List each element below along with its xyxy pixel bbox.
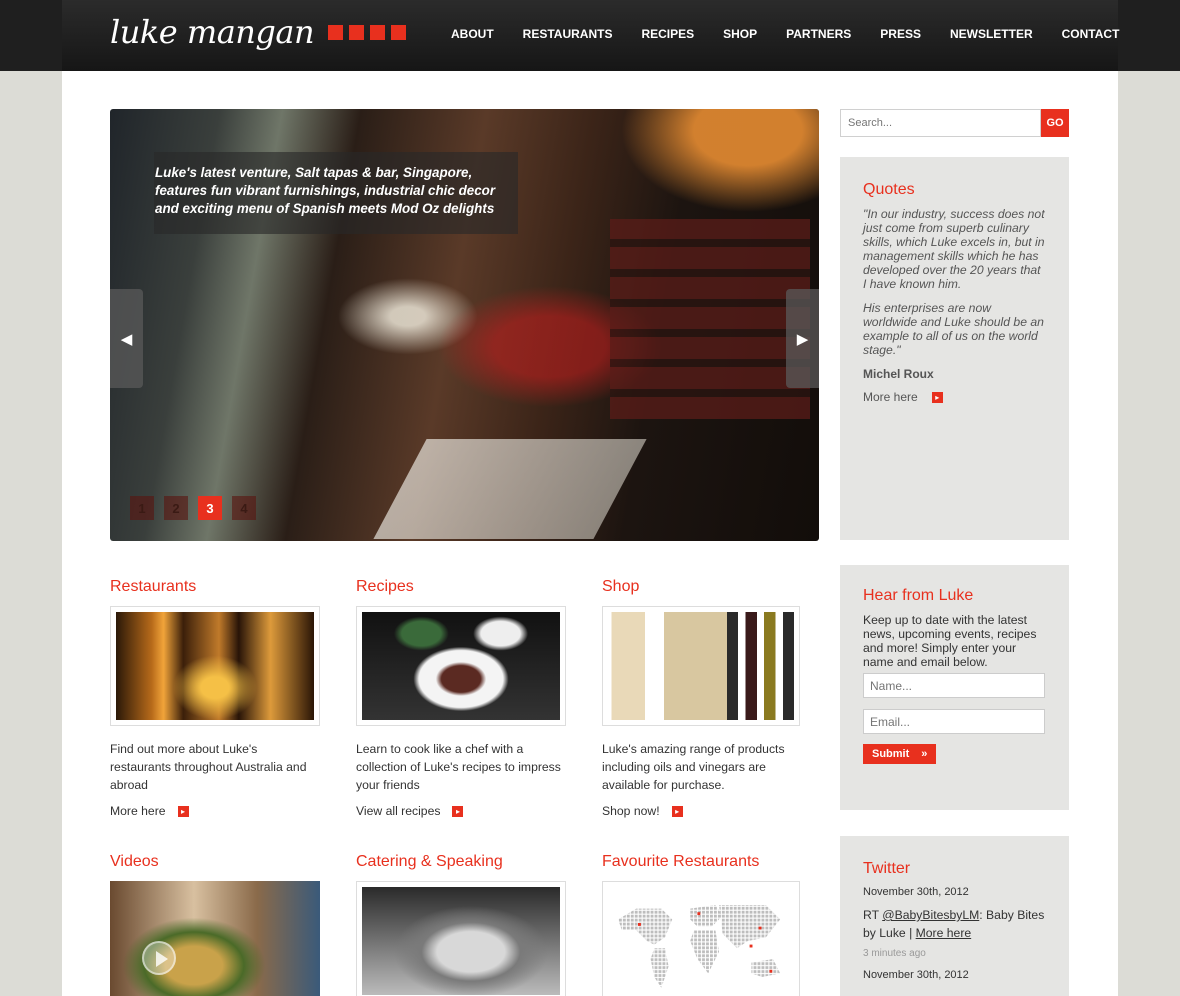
- videos-title[interactable]: Videos: [110, 853, 340, 871]
- videos-section: Videos: [110, 853, 340, 996]
- quotes-more-label: More here: [863, 390, 918, 404]
- restaurants-more-label: More here: [110, 804, 166, 818]
- arrow-right-icon: ▶: [796, 330, 809, 348]
- search-form: GO: [840, 109, 1069, 137]
- tweet-date: November 30th, 2012: [863, 969, 969, 981]
- nav-press[interactable]: PRESS: [880, 27, 921, 41]
- catering-thumbnail[interactable]: [356, 881, 566, 996]
- recipes-thumbnail[interactable]: [356, 606, 566, 726]
- arrow-right-small-icon: ▸: [177, 805, 189, 817]
- twitter-title: Twitter: [863, 860, 911, 877]
- logo-square: [370, 24, 386, 40]
- nav-newsletter[interactable]: NEWSLETTER: [950, 27, 1033, 41]
- recipes-image: [362, 612, 560, 720]
- newsletter-text: Keep up to date with the latest news, up…: [863, 613, 1037, 669]
- slider-prev-button[interactable]: ◀: [110, 289, 143, 388]
- play-icon[interactable]: [142, 941, 176, 975]
- search-input[interactable]: [840, 109, 1041, 137]
- restaurants-text: Find out more about Luke's restaurants t…: [110, 742, 307, 792]
- tweet-time-ago: 3 minutes ago: [863, 948, 926, 959]
- search-go-button[interactable]: GO: [1041, 109, 1069, 137]
- restaurants-image: [116, 612, 314, 720]
- catering-image: [362, 887, 560, 995]
- nav-partners[interactable]: PARTNERS: [786, 27, 851, 41]
- shop-thumbnail[interactable]: [602, 606, 800, 726]
- logo-square: [349, 24, 365, 40]
- quote-text-1: "In our industry, success does not just …: [863, 207, 1045, 291]
- shop-text: Luke's amazing range of products includi…: [602, 742, 785, 792]
- name-input[interactable]: [863, 673, 1045, 698]
- nav-about[interactable]: ABOUT: [451, 27, 494, 41]
- slider-pager: 1 2 3 4: [130, 496, 256, 520]
- quotes-title: Quotes: [863, 181, 915, 198]
- favourite-restaurants-section: Favourite Restaurants: [602, 853, 832, 996]
- tweet-date: November 30th, 2012: [863, 886, 969, 898]
- quote-author: Michel Roux: [863, 367, 934, 381]
- hero-caption-text: Luke's latest venture, Salt tapas & bar,…: [155, 165, 496, 216]
- videos-image: [110, 881, 320, 996]
- restaurants-section: Restaurants Find out more about Luke's r…: [110, 578, 340, 818]
- favourite-restaurants-thumbnail[interactable]: [602, 881, 800, 996]
- twitter-box: Twitter November 30th, 2012 RT @BabyBite…: [840, 836, 1069, 996]
- catering-section: Catering & Speaking: [356, 853, 586, 996]
- submit-label: Submit: [872, 748, 910, 760]
- logo[interactable]: luke mangan: [110, 12, 407, 52]
- tweet-text: RT @BabyBitesbyLM: Baby Bites by Luke | …: [863, 906, 1046, 942]
- restaurants-more-link[interactable]: More here ▸: [110, 804, 340, 818]
- submit-button[interactable]: Submit »: [863, 744, 937, 764]
- recipes-more-link[interactable]: View all recipes ▸: [356, 804, 586, 818]
- restaurants-thumbnail[interactable]: [110, 606, 320, 726]
- recipes-text: Learn to cook like a chef with a collect…: [356, 742, 561, 792]
- tweet-handle-link[interactable]: @BabyBitesbyLM: [882, 908, 979, 922]
- nav-shop[interactable]: SHOP: [723, 27, 757, 41]
- shop-title[interactable]: Shop: [602, 578, 832, 596]
- logo-squares: [328, 24, 407, 40]
- arrow-right-small-icon: ▸: [671, 805, 683, 817]
- quotes-box: Quotes "In our industry, success does no…: [840, 157, 1069, 540]
- email-input[interactable]: [863, 709, 1045, 734]
- nav-contact[interactable]: CONTACT: [1062, 27, 1120, 41]
- arrow-right-small-icon: ▸: [931, 391, 943, 403]
- shop-more-link[interactable]: Shop now! ▸: [602, 804, 832, 818]
- tweet-more-link[interactable]: More here: [916, 926, 972, 940]
- newsletter-box: Hear from Luke Keep up to date with the …: [840, 565, 1069, 810]
- quote-text-2: His enterprises are now worldwide and Lu…: [863, 301, 1044, 357]
- recipes-more-label: View all recipes: [356, 804, 441, 818]
- main-nav: ABOUT RESTAURANTS RECIPES SHOP PARTNERS …: [451, 27, 1119, 41]
- restaurants-title[interactable]: Restaurants: [110, 578, 340, 596]
- quotes-more-link[interactable]: More here ▸: [863, 390, 1046, 404]
- slider-page-4[interactable]: 4: [232, 496, 256, 520]
- arrow-left-icon: ◀: [120, 330, 133, 348]
- videos-thumbnail[interactable]: [110, 881, 320, 996]
- tweet-prefix: RT: [863, 908, 883, 922]
- hero-image-shelf: [610, 219, 810, 419]
- shop-section: Shop Luke's amazing range of products in…: [602, 578, 832, 818]
- recipes-title[interactable]: Recipes: [356, 578, 586, 596]
- logo-text: luke mangan: [110, 13, 315, 51]
- arrow-right-small-icon: ▸: [452, 805, 464, 817]
- logo-square: [391, 24, 407, 40]
- shop-image: [608, 612, 794, 720]
- slider-page-1[interactable]: 1: [130, 496, 154, 520]
- catering-title[interactable]: Catering & Speaking: [356, 853, 586, 871]
- slider-next-button[interactable]: ▶: [786, 289, 819, 388]
- nav-restaurants[interactable]: RESTAURANTS: [523, 27, 613, 41]
- newsletter-title: Hear from Luke: [863, 587, 974, 604]
- slider-page-3[interactable]: 3: [198, 496, 222, 520]
- slider-page-2[interactable]: 2: [164, 496, 188, 520]
- shop-more-label: Shop now!: [602, 804, 660, 818]
- world-map-image: [608, 887, 794, 995]
- nav-recipes[interactable]: RECIPES: [641, 27, 694, 41]
- logo-square: [328, 24, 344, 40]
- favourite-restaurants-title[interactable]: Favourite Restaurants: [602, 853, 832, 871]
- double-chevron-icon: »: [921, 748, 928, 760]
- hero-caption: Luke's latest venture, Salt tapas & bar,…: [154, 152, 518, 234]
- world-map-icon: [618, 905, 781, 988]
- recipes-section: Recipes Learn to cook like a chef with a…: [356, 578, 586, 818]
